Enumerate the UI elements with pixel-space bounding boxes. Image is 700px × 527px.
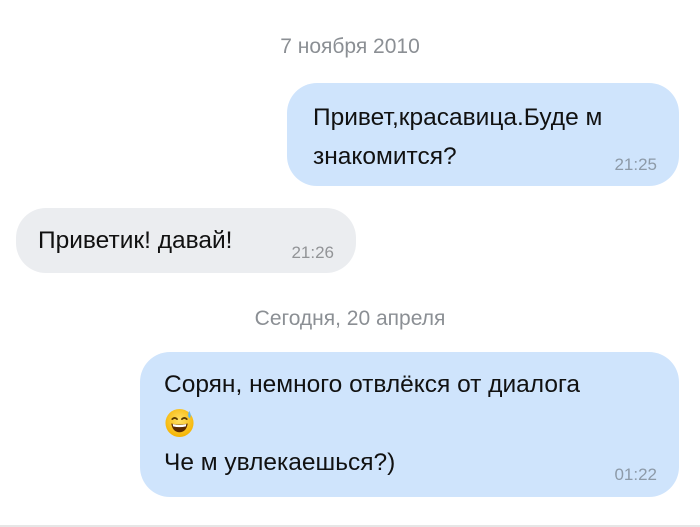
message-bubble-outgoing[interactable]: Сорян, немного отвлёкся от диалога Че м … <box>140 352 679 497</box>
message-time: 21:26 <box>291 243 334 262</box>
message-text-line: Че м увлекаешься?) <box>164 449 396 476</box>
message-time: 21:25 <box>614 155 657 174</box>
grinning-face-with-sweat-emoji <box>165 408 194 438</box>
message-bubble-outgoing[interactable]: Привет,красавица.Буде м знакомится? 21:2… <box>287 83 679 186</box>
date-separator: 7 ноября 2010 <box>280 35 420 58</box>
message-text-line: Сорян, немного отвлёкся от диалога <box>164 371 581 398</box>
message-text-line: Привет,красавица.Буде м <box>313 104 603 131</box>
message-emoji-line <box>164 404 679 443</box>
message-time: 01:22 <box>614 465 657 484</box>
date-separator: Сегодня, 20 апреля <box>254 307 446 330</box>
message-bubble-incoming[interactable]: Приветик! давай! 21:26 <box>16 208 356 273</box>
